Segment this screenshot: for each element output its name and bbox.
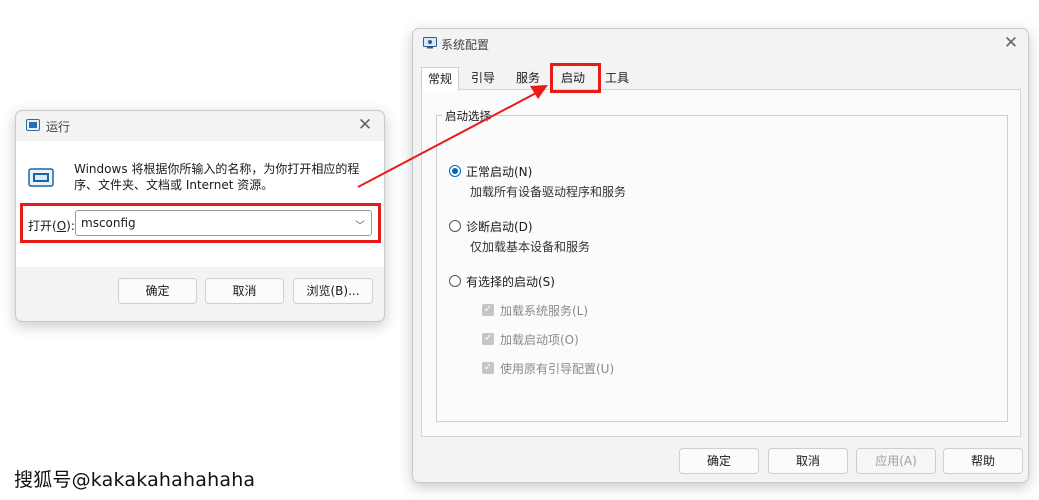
watermark: 搜狐号@kakakahahahaha [14,469,256,491]
annotation-arrow [357,85,548,188]
arrow-line [357,91,539,188]
arrow-head-icon [530,85,548,99]
